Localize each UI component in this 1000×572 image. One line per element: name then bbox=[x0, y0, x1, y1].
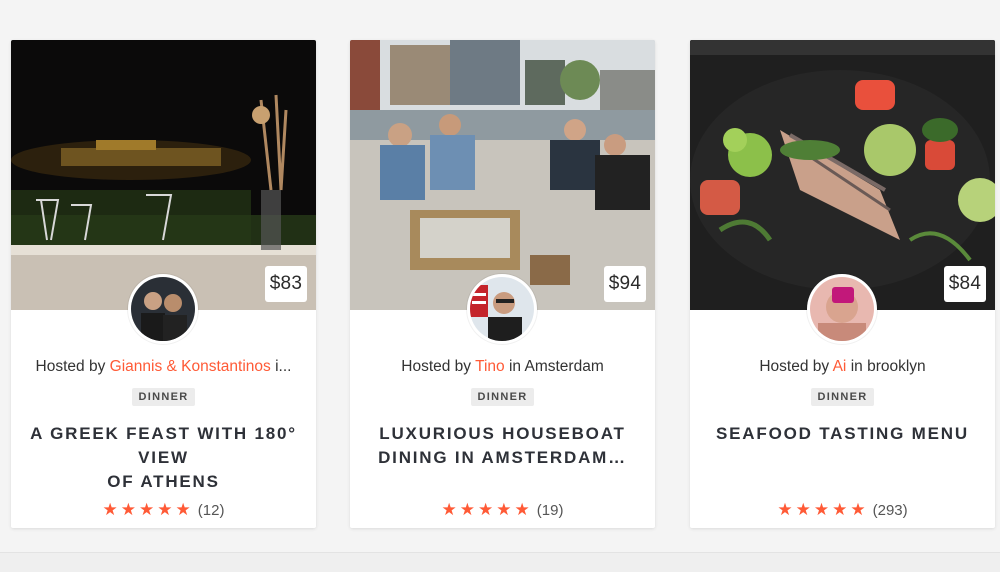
host-photo bbox=[470, 277, 534, 341]
title-line: LUXURIOUS HOUSEBOAT bbox=[379, 424, 626, 443]
host-suffix: in brooklyn bbox=[846, 358, 926, 375]
star-icon: ★ bbox=[478, 500, 494, 519]
star-icon: ★ bbox=[813, 500, 830, 519]
star-icon: ★ bbox=[850, 500, 866, 519]
host-avatar[interactable] bbox=[467, 274, 537, 344]
host-suffix: i... bbox=[270, 358, 292, 375]
category-badge: DINNER bbox=[470, 388, 535, 406]
experience-card[interactable]: $94 Hosted by Tino in Amsterdam DINNER L… bbox=[350, 40, 655, 528]
rating: ★ ★ ★ ★ ★ (12) bbox=[11, 500, 316, 520]
star-icon: ★ bbox=[441, 500, 457, 519]
host-prefix: Hosted by bbox=[759, 358, 833, 375]
host-avatar[interactable] bbox=[807, 274, 877, 344]
host-suffix: in Amsterdam bbox=[504, 358, 604, 375]
review-count: (12) bbox=[197, 502, 225, 519]
star-icon: ★ bbox=[777, 500, 793, 519]
host-name-link[interactable]: Ai bbox=[833, 358, 847, 375]
price-badge: $83 bbox=[265, 266, 307, 302]
title-line: SEAFOOD TASTING MENU bbox=[716, 424, 969, 443]
experience-title[interactable]: LUXURIOUS HOUSEBOAT DINING IN AMSTERDAM… bbox=[358, 422, 647, 470]
title-line: A GREEK FEAST WITH 180° VIEW bbox=[30, 424, 297, 467]
category-badge: DINNER bbox=[810, 388, 875, 406]
host-line: Hosted by Ai in brooklyn bbox=[690, 358, 995, 376]
page-bottom-edge bbox=[0, 552, 1000, 572]
experience-card[interactable]: $83 Hosted by Giannis & Konstantinos i..… bbox=[11, 40, 316, 528]
category-badge: DINNER bbox=[131, 388, 196, 406]
star-icon: ★ bbox=[832, 500, 848, 519]
title-line: DINING IN AMSTERDAM… bbox=[378, 448, 627, 467]
host-line: Hosted by Tino in Amsterdam bbox=[350, 358, 655, 376]
price-badge: $84 bbox=[944, 266, 986, 302]
experience-card[interactable]: $84 Hosted by Ai in brooklyn DINNER SEAF… bbox=[690, 40, 995, 528]
host-prefix: Hosted by bbox=[401, 358, 476, 375]
title-line: OF ATHENS bbox=[107, 472, 220, 491]
rating: ★ ★ ★ ★ ★ (293) bbox=[690, 500, 995, 520]
price-badge: $94 bbox=[604, 266, 646, 302]
star-icon: ★ bbox=[459, 500, 476, 519]
star-icon: ★ bbox=[514, 500, 530, 519]
host-prefix: Hosted by bbox=[35, 358, 110, 375]
host-name-link[interactable]: Tino bbox=[475, 358, 505, 375]
star-icon: ★ bbox=[102, 500, 118, 519]
host-photo bbox=[131, 277, 195, 341]
star-icon: ★ bbox=[139, 500, 155, 519]
host-avatar[interactable] bbox=[128, 274, 198, 344]
star-icon: ★ bbox=[795, 500, 811, 519]
star-icon: ★ bbox=[496, 500, 512, 519]
experience-title[interactable]: SEAFOOD TASTING MENU bbox=[698, 422, 987, 446]
rating: ★ ★ ★ ★ ★ (19) bbox=[350, 500, 655, 520]
host-photo bbox=[810, 277, 874, 341]
host-name-link[interactable]: Giannis & Konstantinos bbox=[110, 358, 271, 375]
star-icon: ★ bbox=[175, 500, 191, 519]
review-count: (293) bbox=[872, 502, 908, 519]
star-icon: ★ bbox=[120, 500, 137, 519]
host-line: Hosted by Giannis & Konstantinos i... bbox=[11, 358, 316, 376]
star-icon: ★ bbox=[157, 500, 173, 519]
experience-title[interactable]: A GREEK FEAST WITH 180° VIEW OF ATHENS bbox=[19, 422, 308, 494]
review-count: (19) bbox=[536, 502, 564, 519]
